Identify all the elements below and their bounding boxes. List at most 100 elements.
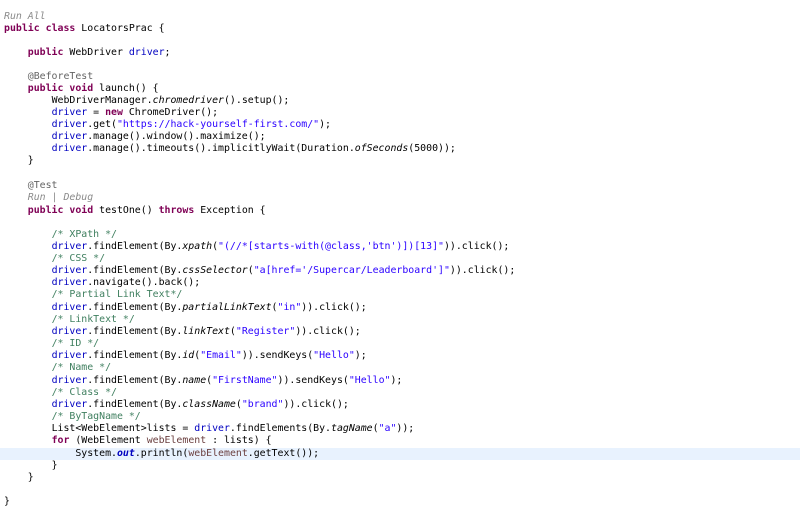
keyword: public <box>27 47 64 58</box>
code-text: List<WebElement>lists = <box>51 423 195 434</box>
string-literal: "https://hack-yourself-first.com/" <box>116 119 320 130</box>
code-text: ().setup(); <box>223 95 290 106</box>
code-text: ); <box>319 119 331 130</box>
static-method: id <box>182 350 195 361</box>
string-literal: "FirstName" <box>212 375 278 386</box>
static-field: out <box>116 448 135 459</box>
code-text: WebDriver <box>63 47 129 58</box>
debug-link[interactable]: Debug <box>63 192 93 203</box>
code-line-comment-name: /* Name */ <box>0 362 800 374</box>
code-text: } <box>4 496 10 507</box>
code-text: .findElements(By. <box>229 423 331 434</box>
code-text: } <box>27 155 34 166</box>
field-name: driver <box>51 326 88 337</box>
code-text: ); <box>390 375 403 386</box>
code-text: ChromeDriver(); <box>122 107 219 118</box>
string-literal: "brand" <box>241 399 284 410</box>
code-text: .findElement(By. <box>87 375 183 386</box>
run-all-link[interactable]: Run All <box>4 11 46 22</box>
comment: /* Class */ <box>51 387 117 398</box>
code-text: .navigate().back(); <box>87 277 201 288</box>
code-text: ; <box>164 47 171 58</box>
keyword: new <box>105 107 123 118</box>
code-line-close-method: } <box>0 472 800 484</box>
field-name: driver <box>194 423 230 434</box>
keyword: void <box>69 205 94 216</box>
code-line-comment-tag-name: /* ByTagName */ <box>0 411 800 423</box>
comment: /* ByTagName */ <box>51 411 141 422</box>
keyword: void <box>69 83 94 94</box>
code-line-partial-link: driver.findElement(By.partialLinkText("i… <box>0 302 800 314</box>
code-text: testOne() <box>93 205 159 216</box>
code-line-get-url: driver.get("https://hack-yourself-first.… <box>0 119 800 131</box>
code-lens-run-all[interactable]: Run All <box>0 11 800 23</box>
run-link[interactable]: Run <box>28 192 46 203</box>
code-text: } <box>27 472 34 483</box>
code-lens-run-debug: Run | Debug <box>0 192 800 204</box>
static-method: chromedriver <box>152 95 224 106</box>
field-name: driver <box>51 350 88 361</box>
comment: /* CSS */ <box>51 253 106 264</box>
code-line-comment-css: /* CSS */ <box>0 253 800 265</box>
code-line-close-class: } <box>0 496 800 508</box>
static-method: linkText <box>182 326 230 337</box>
field-name: driver <box>51 143 88 154</box>
code-text: WebDriverManager. <box>51 95 153 106</box>
code-text: (WebElement <box>69 435 147 446</box>
code-text: = <box>87 107 106 118</box>
code-line-field-declaration: public WebDriver driver; <box>0 47 800 59</box>
annotation: @BeforeTest <box>27 71 94 82</box>
code-text: .println( <box>134 448 189 459</box>
code-line-launch-declaration: public void launch() { <box>0 83 800 95</box>
static-method: className <box>182 399 236 410</box>
code-line-test-annotation: @Test <box>0 180 800 192</box>
code-line-css: driver.findElement(By.cssSelector("a[hre… <box>0 265 800 277</box>
code-text: : lists) { <box>206 435 272 446</box>
string-literal: "a" <box>378 423 397 434</box>
code-text: )).sendKeys( <box>241 350 314 361</box>
string-literal: "Register" <box>235 326 296 337</box>
code-text: ); <box>354 350 367 361</box>
string-literal: "a[href='/Supercar/Leaderboard']" <box>253 265 450 276</box>
code-line-comment-link-text: /* LinkText */ <box>0 314 800 326</box>
code-text: )); <box>396 423 415 434</box>
string-literal: "in" <box>277 302 302 313</box>
local-variable: webElement <box>188 448 248 459</box>
code-text: .findElement(By. <box>87 350 183 361</box>
string-literal: "Email" <box>200 350 242 361</box>
keyword: public <box>4 23 40 34</box>
code-line-println-current[interactable]: System.out.println(webElement.getText())… <box>0 448 800 460</box>
string-literal: "Hello" <box>313 350 355 361</box>
keyword: for <box>51 435 70 446</box>
code-line-comment-class: /* Class */ <box>0 387 800 399</box>
code-text: Exception { <box>194 205 266 216</box>
code-text: .getText()); <box>247 448 320 459</box>
field-name: driver <box>51 119 88 130</box>
code-text: } <box>51 460 58 471</box>
field-name: driver <box>51 399 88 410</box>
keyword: throws <box>158 205 195 216</box>
field-name: driver <box>51 265 88 276</box>
field-name: driver <box>51 302 88 313</box>
code-text: .findElement(By. <box>87 241 183 252</box>
static-method: ofSeconds <box>354 143 409 154</box>
code-text: .findElement(By. <box>87 399 183 410</box>
field-name: driver <box>128 47 165 58</box>
code-text: launch() { <box>93 83 159 94</box>
code-text: .findElement(By. <box>87 302 183 313</box>
code-text: (5000)); <box>408 143 456 154</box>
code-line-before-annotation: @BeforeTest <box>0 71 800 83</box>
annotation: @Test <box>27 180 58 191</box>
code-line-navigate-back: driver.navigate().back(); <box>0 277 800 289</box>
comment: /* Name */ <box>51 362 112 373</box>
comment: /* ID */ <box>51 338 100 349</box>
code-editor[interactable]: Run All public class LocatorsPrac { publ… <box>0 0 800 508</box>
field-name: driver <box>51 375 88 386</box>
code-text: .findElement(By. <box>87 326 183 337</box>
field-name: driver <box>51 107 88 118</box>
code-line-maximize: driver.manage().window().maximize(); <box>0 131 800 143</box>
code-text: .manage().window().maximize(); <box>87 131 266 142</box>
code-text: System. <box>75 448 117 459</box>
code-text: )).click(); <box>443 241 510 252</box>
field-name: driver <box>51 241 88 252</box>
